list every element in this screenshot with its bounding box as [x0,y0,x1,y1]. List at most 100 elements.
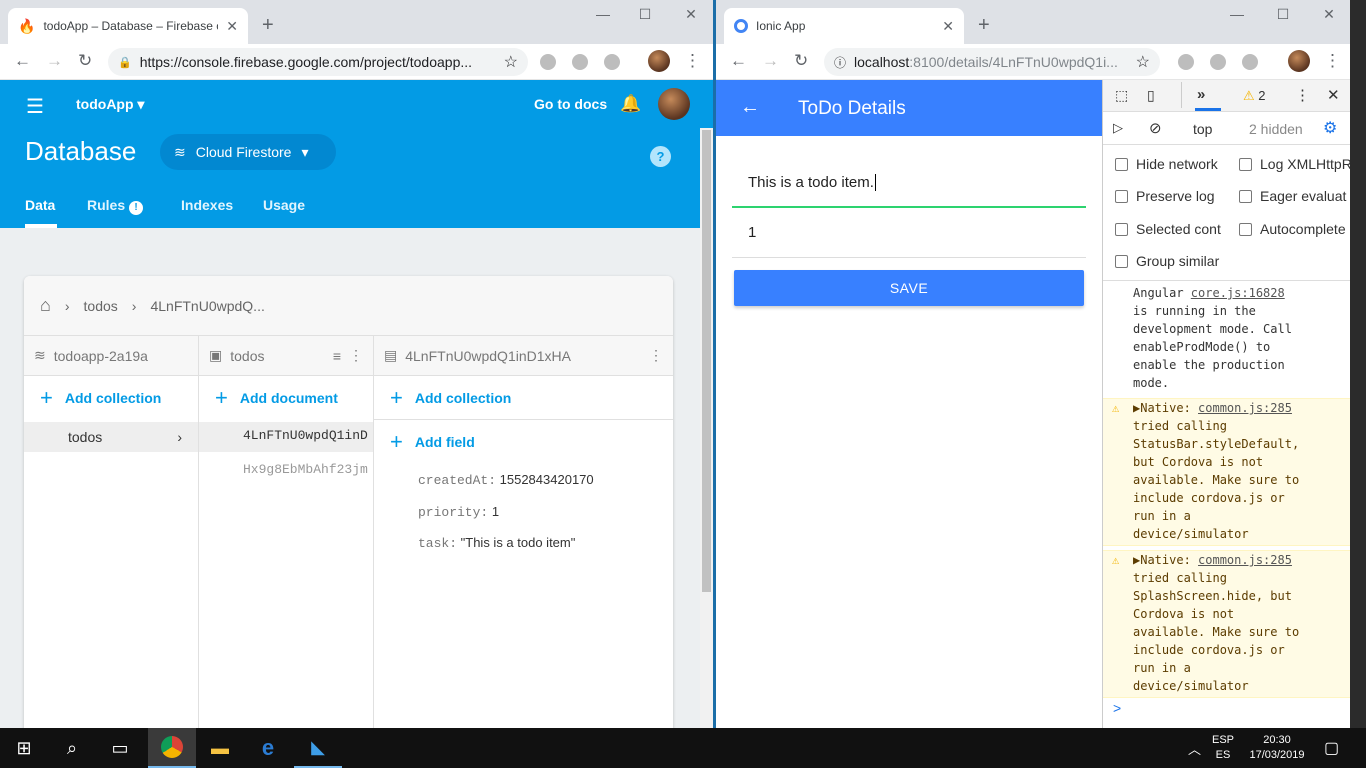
back-icon[interactable]: ← [14,52,31,70]
new-tab-icon[interactable]: + [978,14,990,37]
forward-icon[interactable]: → [46,52,63,70]
save-button[interactable]: SAVE [734,270,1084,306]
add-field-button[interactable]: + Add field [374,420,673,464]
checkbox-autocomplete[interactable]: Autocomplete [1239,221,1346,237]
help-icon[interactable]: ? [650,146,671,167]
breadcrumb-document[interactable]: 4LnFTnU0wpdQ... [150,298,264,314]
tab-indexes[interactable]: Indexes [181,197,233,213]
device-toolbar-icon[interactable]: ▯ [1147,87,1155,104]
database-selector[interactable]: ≋ Cloud Firestore ▾ [160,134,336,170]
add-subcollection-button[interactable]: + Add collection [374,376,673,420]
angular-icon[interactable] [1242,54,1258,70]
checkbox-selected-context[interactable]: Selected cont [1115,221,1221,237]
search-icon[interactable]: ⌕ [48,728,96,768]
filter-icon[interactable]: ≡ [333,348,341,364]
extension-icon[interactable] [540,54,556,70]
warnings-counter[interactable]: ⚠ 2 [1243,88,1266,104]
document-item-selected[interactable]: 4LnFTnU0wpdQ1inD [199,422,373,452]
maximize-icon[interactable]: ☐ [1268,6,1298,23]
edge-icon[interactable]: e [244,728,292,768]
clock[interactable]: 20:30 17/03/2019 [1246,733,1308,763]
collection-item-todos[interactable]: todos › [24,422,198,452]
menu-dots-icon[interactable]: ⋮ [684,52,701,70]
notifications-icon[interactable]: ▢ [1324,738,1339,758]
file-explorer-icon[interactable]: ▬ [196,728,244,768]
back-icon[interactable]: ← [730,52,747,70]
extension-icon[interactable] [1178,54,1194,70]
menu-dots-icon[interactable]: ⋮ [1324,52,1341,70]
vue-devtools-icon[interactable] [572,54,588,70]
breadcrumb-todos[interactable]: todos [84,298,118,314]
profile-avatar[interactable] [1288,50,1310,72]
settings-dots-icon[interactable]: ⋮ [1295,86,1310,104]
tab-rules[interactable]: Rules ! [87,197,144,215]
tab-usage[interactable]: Usage [263,197,305,213]
source-link[interactable]: common.js:285 [1198,553,1292,567]
tab-data[interactable]: Data [25,197,55,213]
task-view-icon[interactable]: ▭ [96,728,144,768]
maximize-icon[interactable]: ☐ [630,6,660,23]
more-vert-icon[interactable]: ⋮ [649,347,663,364]
notifications-bell-icon[interactable]: 🔔 [620,94,641,114]
chevron-up-icon[interactable]: ︿ [1188,739,1201,758]
source-link[interactable]: common.js:285 [1198,401,1292,415]
vscode-icon[interactable]: ◣ [294,728,342,768]
field-task[interactable]: task: "This is a todo item" [418,535,575,551]
priority-input[interactable]: 1 [732,210,1086,258]
field-priority[interactable]: priority: 1 [418,504,499,520]
minimize-icon[interactable]: — [1222,6,1252,22]
user-avatar[interactable] [658,88,690,120]
home-icon[interactable]: ⌂ [40,295,51,316]
close-window-icon[interactable]: ✕ [676,6,706,23]
close-devtools-icon[interactable]: ✕ [1327,86,1340,104]
hamburger-menu-icon[interactable]: ☰ [26,94,44,119]
angular-icon[interactable] [604,54,620,70]
clear-console-icon[interactable]: ⊘ [1149,119,1162,137]
address-bar[interactable]: 🔒 https://console.firebase.google.com/pr… [108,48,528,76]
plus-icon: + [390,429,403,454]
checkbox-eager-evaluation[interactable]: Eager evaluat [1239,188,1346,204]
scrollbar-thumb[interactable] [702,130,711,592]
windows-start-icon[interactable]: ⊞ [0,728,48,768]
add-document-button[interactable]: + Add document [199,376,373,420]
checkbox-preserve-log[interactable]: Preserve log [1115,188,1215,204]
field-created-at[interactable]: createdAt: 1552843420170 [418,472,594,488]
inspect-element-icon[interactable]: ⬚ [1115,87,1128,104]
close-tab-icon[interactable]: ✕ [226,18,238,35]
reload-icon[interactable]: ↻ [794,52,808,70]
checkbox-group-similar[interactable]: Group similar [1115,253,1219,269]
add-collection-button[interactable]: + Add collection [24,376,198,420]
checkbox-hide-network[interactable]: Hide network [1115,156,1218,172]
console-settings-gear-icon[interactable]: ⚙ [1323,118,1337,138]
task-input[interactable]: This is a todo item. [732,160,1086,208]
scrollbar[interactable] [700,128,713,728]
language-indicator[interactable]: ESP ES [1212,733,1234,763]
console-prompt[interactable]: > [1113,700,1121,716]
hidden-count[interactable]: 2 hidden [1249,121,1303,137]
browser-tab-firebase[interactable]: 🔥 todoApp – Database – Firebase c ✕ [8,8,248,44]
more-vert-icon[interactable]: ⋮ [349,347,363,364]
back-arrow-icon[interactable]: ← [740,96,760,119]
star-icon[interactable]: ☆ [1136,52,1150,72]
more-tabs-icon[interactable]: » [1197,86,1205,103]
minimize-icon[interactable]: — [588,6,618,22]
forward-icon[interactable]: → [762,52,779,70]
source-link[interactable]: core.js:16828 [1191,286,1285,300]
new-tab-icon[interactable]: + [262,14,274,37]
go-to-docs-link[interactable]: Go to docs [534,96,607,112]
browser-tab-ionic[interactable]: Ionic App ✕ [724,8,964,44]
close-window-icon[interactable]: ✕ [1314,6,1344,23]
checkbox-log-xmlhttp[interactable]: Log XMLHttpR [1239,156,1350,172]
show-sidebar-icon[interactable]: ▷ [1113,120,1123,136]
close-tab-icon[interactable]: ✕ [942,18,954,35]
address-bar[interactable]: ⓘ localhost:8100/details/4LnFTnU0wpdQ1i.… [824,48,1160,76]
project-selector[interactable]: todoApp ▾ [76,96,144,113]
reload-icon[interactable]: ↻ [78,52,92,70]
document-item[interactable]: Hx9g8EbMbAhf23jm [199,456,373,486]
vue-devtools-icon[interactable] [1210,54,1226,70]
context-selector[interactable]: top [1193,121,1212,137]
chrome-taskbar-icon[interactable] [148,728,196,768]
profile-avatar[interactable] [648,50,670,72]
plus-icon: + [215,385,228,410]
star-icon[interactable]: ☆ [504,52,518,72]
